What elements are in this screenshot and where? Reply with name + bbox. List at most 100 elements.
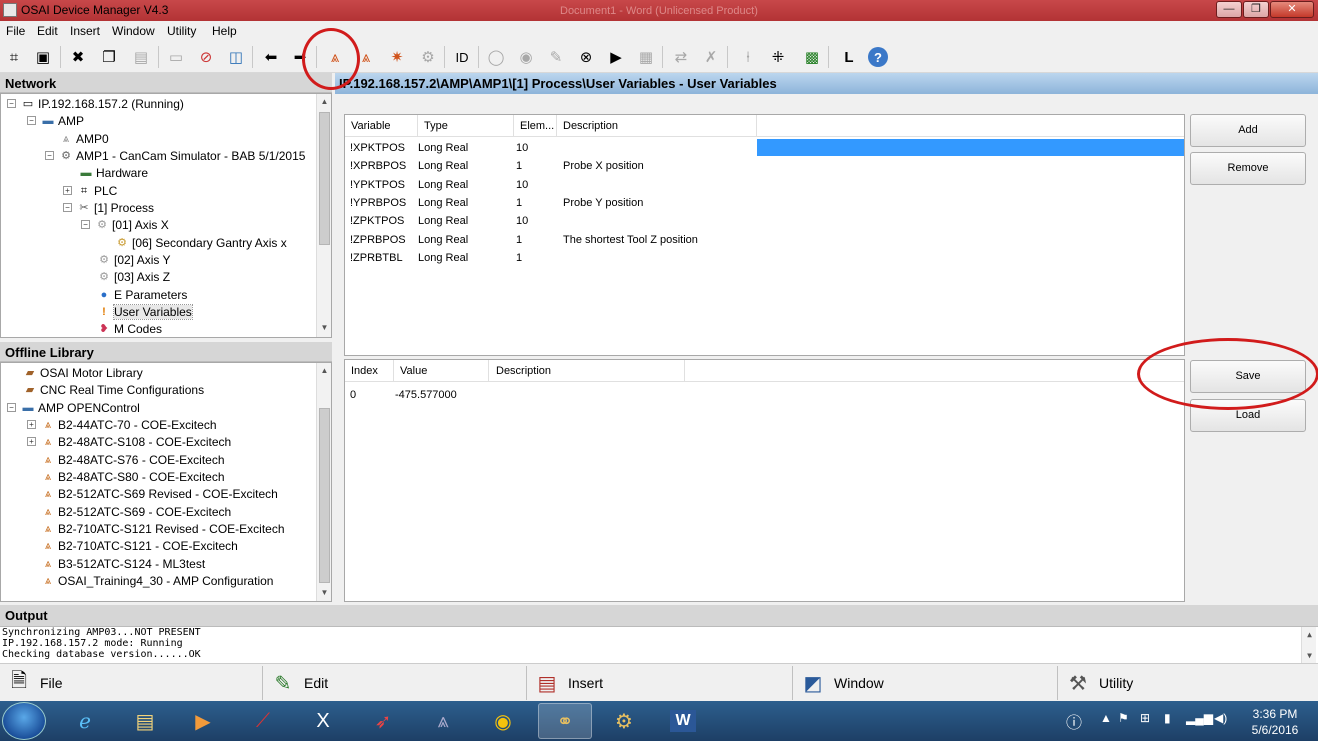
tree-node-axis-x[interactable]: − ⚙ [01] Axis X [81, 216, 169, 233]
lib-node-config[interactable]: ⩓ OSAI_Training4_30 - AMP Configuration [41, 572, 274, 589]
delete-icon[interactable]: ✖ [67, 46, 89, 68]
table-row[interactable]: !XPKTPOS Long Real 10 [345, 139, 1184, 157]
amp-compass-delete-icon[interactable]: ✷ [386, 46, 408, 68]
app-red-icon[interactable]: ⟋ [236, 703, 290, 739]
tree-node-user-variables[interactable]: ! User Variables [97, 303, 193, 320]
lib-node-config[interactable]: ⩓ B2-512ATC-S69 Revised - COE-Excitech [41, 485, 278, 502]
table-row[interactable]: !ZPKTPOS Long Real 10 [345, 212, 1184, 230]
tree-node-amp[interactable]: − ▬ AMP [27, 112, 84, 129]
table-row[interactable]: !XPRBPOS Long Real 1 Probe X position [345, 157, 1184, 175]
column-header[interactable]: Type [424, 120, 448, 132]
l-icon[interactable]: L [838, 46, 860, 68]
x-tool-icon[interactable]: X [296, 703, 350, 739]
gears-icon[interactable]: ⚙ [597, 703, 651, 739]
lib-node-amp-opencontrol[interactable]: − ▬ AMP OPENControl [7, 399, 140, 416]
lib-node-config[interactable]: ⩓ B3-512ATC-S124 - ML3test [41, 555, 205, 572]
link-icon[interactable]: ⚭ [538, 703, 592, 739]
menu-insert[interactable]: Insert [70, 24, 100, 38]
pattern-icon[interactable]: ⁜ [767, 46, 789, 68]
file-remove-icon[interactable]: ✗ [700, 46, 722, 68]
tree-node-amp0[interactable]: ⩓ AMP0 [59, 130, 109, 147]
column-header[interactable]: Description [563, 120, 618, 132]
lib-node-config[interactable]: ⩓ B2-710ATC-S121 - COE-Excitech [41, 537, 238, 554]
lib-node-config[interactable]: ⩓ B2-710ATC-S121 Revised - COE-Excitech [41, 520, 285, 537]
lib-node-config[interactable]: + ⩓ B2-44ATC-70 - COE-Excitech [27, 416, 217, 433]
restore-button[interactable]: ❐ [1243, 1, 1269, 18]
lib-node-config[interactable]: ⩓ B2-512ATC-S69 - COE-Excitech [41, 503, 231, 520]
menu-edit[interactable]: Edit [37, 24, 58, 38]
menu-utility[interactable]: Utility [167, 24, 196, 38]
menu-file[interactable]: File [6, 24, 25, 38]
output-log[interactable]: Synchronizing AMP03...NOT PRESENT IP.192… [0, 626, 1318, 663]
tree-node-plc[interactable]: + ⌗ PLC [63, 182, 117, 199]
help-tray-icon[interactable]: ⓘ [1066, 709, 1082, 733]
save-disk-icon[interactable]: ▣ [32, 46, 54, 68]
amp-app-icon[interactable]: ⩓ [416, 703, 470, 739]
table-row[interactable]: !YPRBPOS Long Real 1 Probe Y position [345, 194, 1184, 212]
close-button[interactable]: ✕ [1270, 1, 1314, 18]
windows-icon[interactable]: ⊞ [1140, 711, 1150, 725]
bottom-window-button[interactable]: ◩ Window [800, 664, 884, 702]
record-icon[interactable]: ◉ [515, 46, 537, 68]
output-scrollbar[interactable]: ▲ ▼ [1301, 627, 1316, 663]
tree-node-ip[interactable]: − ▭ IP.192.168.157.2 (Running) [7, 95, 184, 112]
table-row[interactable]: 0 -475.577000 [345, 386, 1184, 404]
bottom-insert-button[interactable]: ▤ Insert [534, 664, 603, 702]
variables-table[interactable]: Variable Type Elem... Description !XPKTP… [344, 114, 1185, 356]
lib-node-motor[interactable]: ▰ OSAI Motor Library [23, 364, 143, 381]
values-table[interactable]: Index Value Description 0 -475.577000 [344, 359, 1185, 602]
table-row[interactable]: !ZPRBPOS Long Real 1 The shortest Tool Z po… [345, 231, 1184, 249]
lib-node-cnc[interactable]: ▰ CNC Real Time Configurations [23, 381, 204, 398]
gear-settings-icon[interactable]: ⚙ [417, 46, 439, 68]
bottom-edit-button[interactable]: ✎ Edit [270, 664, 329, 702]
paste-icon[interactable]: ▤ [130, 46, 152, 68]
column-header[interactable]: Description [496, 365, 551, 377]
chip-icon[interactable]: ▦ [635, 46, 657, 68]
table-row[interactable]: !YPKTPOS Long Real 10 [345, 176, 1184, 194]
copy-icon[interactable]: ❐ [98, 46, 120, 68]
start-button[interactable] [2, 702, 46, 740]
tree-node-axis-z[interactable]: ⚙ [03] Axis Z [97, 268, 170, 285]
clock[interactable]: 3:36 PM 5/6/2016 [1238, 706, 1312, 738]
stop-icon[interactable]: ⊘ [195, 46, 217, 68]
window-icon[interactable]: ▭ [165, 46, 187, 68]
remove-button[interactable]: Remove [1190, 152, 1306, 185]
tree-node-m-codes[interactable]: ❥ M Codes [97, 320, 162, 337]
lib-node-config[interactable]: ⩓ B2-48ATC-S80 - COE-Excitech [41, 468, 225, 485]
tree-node-hardware[interactable]: ▬ Hardware [79, 164, 149, 181]
chrome-icon[interactable]: ◉ [476, 703, 530, 739]
speech-bubble-icon[interactable]: ◯ [485, 46, 507, 68]
satellite-icon[interactable]: ⊗ [575, 46, 597, 68]
back-arrow-icon[interactable]: ⬅ [260, 46, 282, 68]
tree-node-axis-y[interactable]: ⚙ [02] Axis Y [97, 251, 170, 268]
network-tree-icon[interactable]: ⌗ [3, 46, 25, 68]
id-icon[interactable]: ID [451, 46, 473, 68]
word-icon[interactable]: W [656, 703, 710, 739]
show-hidden-icons[interactable]: ▲ [1100, 711, 1112, 725]
column-header[interactable]: Variable [351, 120, 391, 132]
camera-icon[interactable]: ▶ [605, 46, 627, 68]
library-scrollbar[interactable]: ▲ ▼ [316, 363, 331, 601]
table-row[interactable]: !ZPRBTBL Long Real 1 [345, 249, 1184, 267]
explorer-icon[interactable]: ▤ [118, 703, 172, 739]
add-button[interactable]: Add [1190, 114, 1306, 147]
tree-node-process[interactable]: − ✂ [1] Process [63, 199, 154, 216]
network-scrollbar[interactable]: ▲ ▼ [316, 94, 331, 337]
flag-icon[interactable]: ⚑ [1118, 711, 1129, 725]
panel-icon[interactable]: ◫ [225, 46, 247, 68]
tree-node-amp1[interactable]: − ⚙ AMP1 - CanCam Simulator - BAB 5/1/2015 [45, 147, 305, 164]
menu-help[interactable]: Help [212, 24, 237, 38]
column-header[interactable]: Elem... [520, 120, 554, 132]
bottom-file-button[interactable]: 🗎 File [6, 664, 63, 702]
signal-icon[interactable]: ▂▄▆ [1186, 711, 1213, 725]
ie-icon[interactable]: ℯ [58, 703, 112, 739]
battery-icon[interactable]: ▮ [1164, 711, 1171, 725]
pin-icon[interactable]: ⍿ [737, 46, 759, 68]
rocket-icon[interactable]: ➶ [356, 703, 410, 739]
bottom-utility-button[interactable]: ⚒ Utility [1065, 664, 1133, 702]
column-header[interactable]: Value [400, 365, 427, 377]
minimize-button[interactable]: — [1216, 1, 1242, 18]
pencil-icon[interactable]: ✎ [545, 46, 567, 68]
tree-node-gantry[interactable]: ⚙ [06] Secondary Gantry Axis x [115, 234, 287, 251]
volume-icon[interactable]: ◀) [1214, 711, 1227, 725]
